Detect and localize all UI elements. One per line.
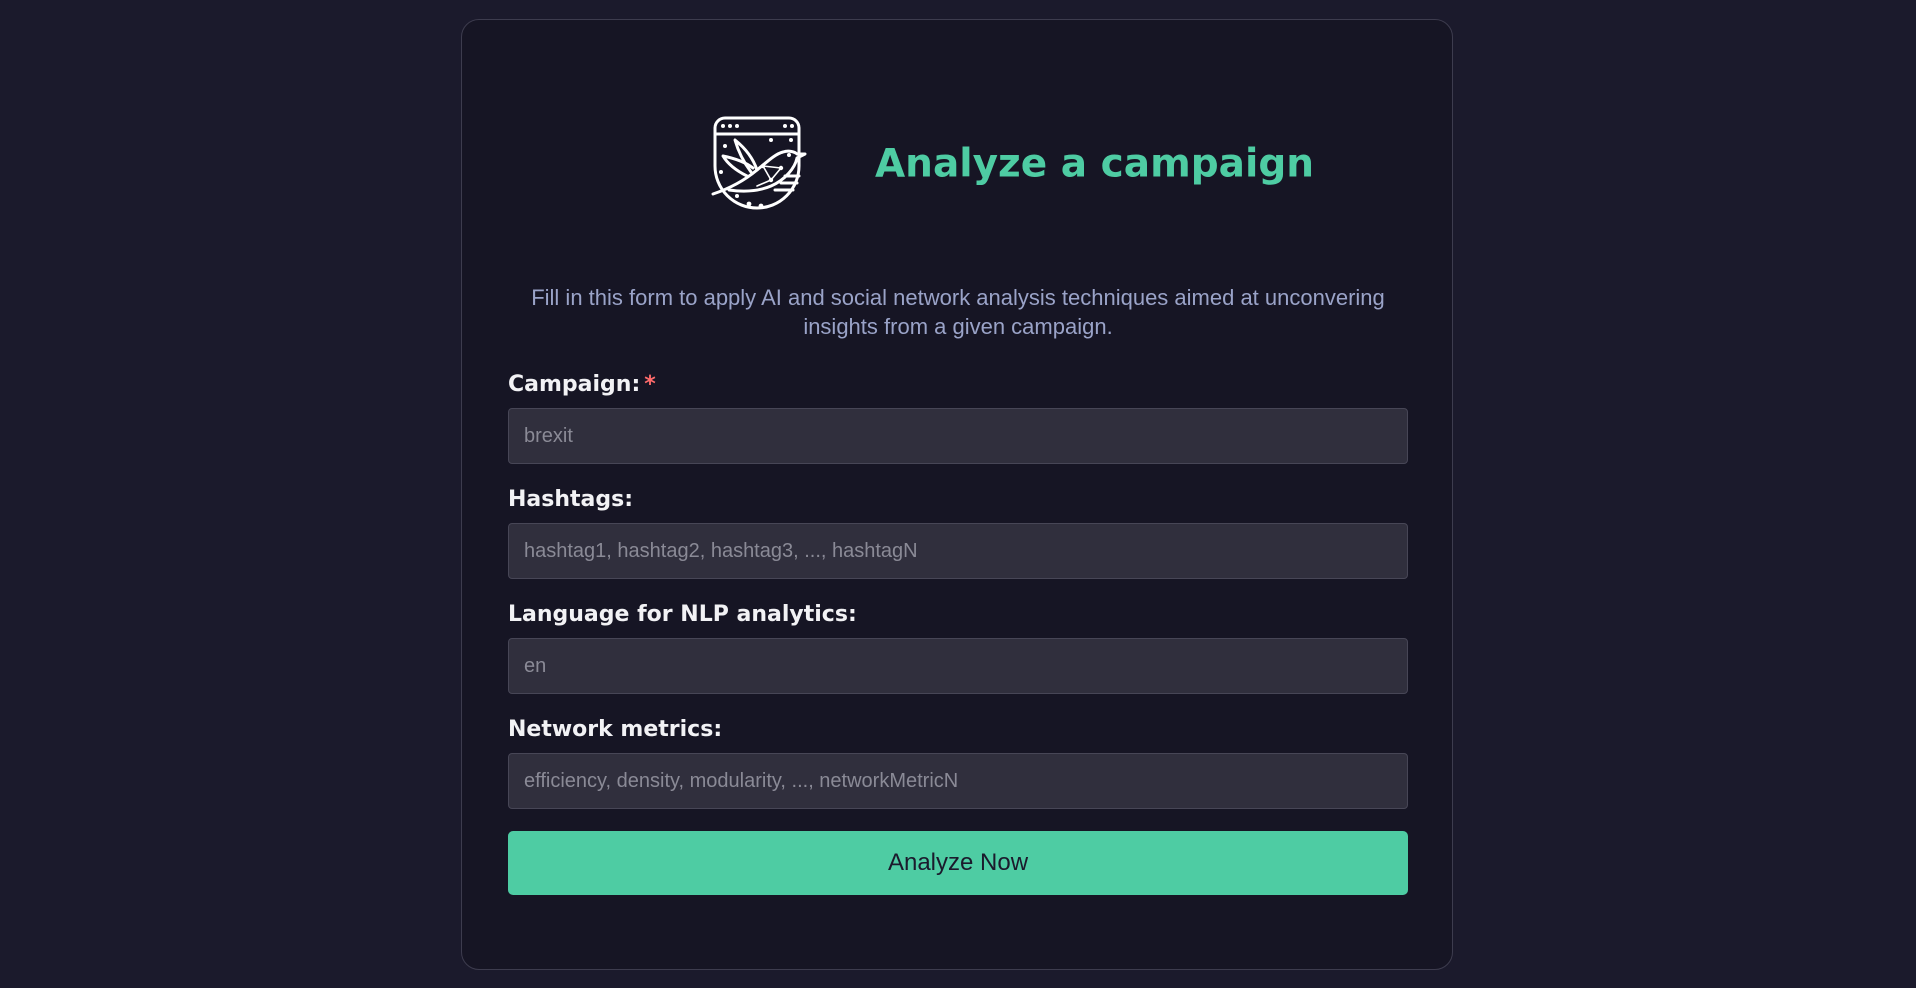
form-description: Fill in this form to apply AI and social… [531, 285, 1385, 339]
metrics-input[interactable] [508, 753, 1408, 809]
form-header: Analyze a campaign [462, 110, 1452, 230]
campaign-label: Campaign: * [508, 372, 656, 397]
language-label: Language for NLP analytics: [508, 602, 857, 627]
analyze-now-button[interactable]: Analyze Now [508, 831, 1408, 895]
hashtags-input[interactable] [508, 523, 1408, 579]
metrics-label: Network metrics: [508, 717, 723, 742]
hummingbird-network-icon [701, 110, 813, 222]
campaign-label-text: Campaign: [508, 372, 641, 397]
required-mark: * [644, 372, 656, 397]
language-input[interactable] [508, 638, 1408, 694]
page-title: Analyze a campaign [875, 141, 1315, 187]
hashtags-label: Hashtags: [508, 487, 634, 512]
campaign-input[interactable] [508, 408, 1408, 464]
campaign-form-card: Analyze a campaign Fill in this form to … [461, 19, 1453, 970]
